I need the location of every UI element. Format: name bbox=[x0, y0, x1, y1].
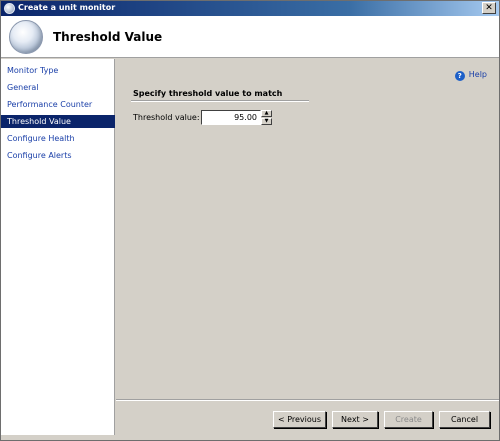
create-button[interactable]: Create bbox=[384, 411, 433, 428]
spin-up-button[interactable]: ▲ bbox=[261, 110, 272, 117]
help-label: Help bbox=[468, 70, 487, 79]
spin-down-button[interactable]: ▼ bbox=[261, 118, 272, 125]
window-title: Create a unit monitor bbox=[18, 3, 116, 12]
wizard-header: Threshold Value bbox=[1, 16, 499, 58]
monitor-wizard-icon bbox=[9, 20, 43, 54]
footer-divider bbox=[116, 399, 499, 401]
help-link[interactable]: ? Help bbox=[454, 70, 487, 81]
threshold-input[interactable]: 95.00 bbox=[201, 110, 261, 125]
app-icon bbox=[4, 3, 15, 14]
sidebar-item-threshold-value[interactable]: Threshold Value bbox=[1, 115, 115, 128]
main-content: ? Help Specify threshold value to match T… bbox=[116, 59, 499, 399]
sidebar-item-monitor-type[interactable]: Monitor Type bbox=[1, 64, 115, 77]
section-heading: Specify threshold value to match bbox=[133, 89, 283, 98]
close-button[interactable]: ✕ bbox=[482, 2, 496, 14]
section-divider bbox=[131, 100, 309, 102]
cancel-button[interactable]: Cancel bbox=[439, 411, 490, 428]
wizard-steps-sidebar: Monitor Type General Performance Counter… bbox=[1, 59, 115, 435]
wizard-window: Create a unit monitor ✕ Threshold Value … bbox=[0, 0, 500, 441]
sidebar-item-performance-counter[interactable]: Performance Counter bbox=[1, 98, 115, 111]
sidebar-item-general[interactable]: General bbox=[1, 81, 115, 94]
next-button[interactable]: Next > bbox=[332, 411, 378, 428]
sidebar-item-configure-health[interactable]: Configure Health bbox=[1, 132, 115, 145]
previous-button[interactable]: < Previous bbox=[273, 411, 326, 428]
threshold-stepper[interactable]: 95.00 ▲ ▼ bbox=[201, 110, 273, 125]
title-bar[interactable]: Create a unit monitor ✕ bbox=[1, 1, 499, 16]
sidebar-item-configure-alerts[interactable]: Configure Alerts bbox=[1, 149, 115, 162]
help-icon: ? bbox=[454, 71, 465, 81]
threshold-label: Threshold value: bbox=[133, 113, 200, 122]
page-title: Threshold Value bbox=[53, 30, 163, 44]
